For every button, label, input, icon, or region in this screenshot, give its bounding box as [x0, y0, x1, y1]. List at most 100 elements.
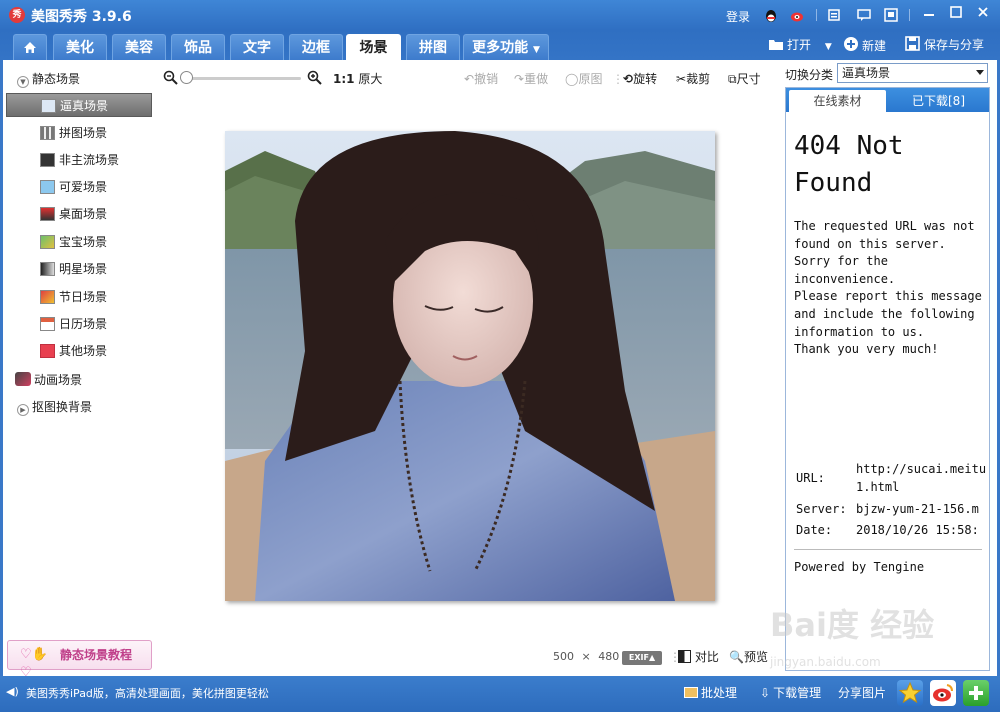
sidebar-item-calendar[interactable]: 日历场景: [6, 312, 152, 336]
category-value: 逼真场景: [842, 66, 891, 80]
static-scene-tutorial-button[interactable]: ♡✋♡ 静态场景教程: [7, 640, 152, 680]
tab-scene[interactable]: 场景: [346, 34, 401, 60]
message-icon[interactable]: [856, 7, 872, 23]
share-image-button[interactable]: 分享图片: [838, 684, 886, 701]
zoom-out-button[interactable]: [163, 70, 178, 88]
undo-icon: ↶: [464, 72, 475, 86]
zoom-in-button[interactable]: [307, 70, 322, 88]
error-divider: [794, 549, 982, 550]
alternative-scene-icon: [40, 153, 55, 167]
photo-image: [225, 131, 715, 601]
ad-link[interactable]: 美图秀秀iPad版，高清处理画面，美化拼图更轻松: [26, 685, 269, 701]
sidebar-item-alternative[interactable]: 非主流场景: [6, 148, 152, 172]
save-icon: [905, 36, 921, 51]
folder-icon: [768, 37, 784, 51]
sidebar-item-collage[interactable]: 拼图场景: [6, 121, 152, 145]
sidebar-item-label: 明星场景: [59, 262, 108, 276]
tab-beauty[interactable]: 美容: [112, 34, 166, 60]
rotate-button[interactable]: ⟲旋转: [623, 70, 657, 88]
download-manager-button[interactable]: ⇩ 下载管理: [760, 684, 821, 701]
star-scene-icon: [40, 262, 55, 276]
sidebar-item-star[interactable]: 明星场景: [6, 257, 152, 281]
actual-size-button[interactable]: 1:1 原大: [333, 70, 382, 88]
batch-icon: [684, 687, 698, 698]
tab-beautify[interactable]: 美化: [53, 34, 107, 60]
tab-home[interactable]: [13, 34, 47, 60]
photo-canvas[interactable]: [225, 131, 715, 601]
title-bar: 秀 美图秀秀 3.9.6 登录: [0, 0, 1000, 30]
qq-icon[interactable]: [763, 7, 779, 23]
weibo-icon[interactable]: [790, 7, 806, 23]
open-label: 打开: [787, 38, 812, 52]
material-panel: 在线素材 已下载[8] 404 Not Found The requested …: [785, 87, 990, 671]
minimize-button[interactable]: [918, 5, 940, 25]
sidebar-item-label: 桌面场景: [59, 207, 108, 221]
powered-by: Powered by Tengine: [794, 560, 925, 574]
new-button[interactable]: 新建: [843, 36, 886, 54]
save-share-button[interactable]: 保存与分享: [905, 36, 984, 54]
tab-more-features[interactable]: 更多功能 ▼: [463, 34, 549, 60]
sidebar-item-realistic[interactable]: 逼真场景: [6, 93, 152, 117]
favorite-star-icon[interactable]: [897, 680, 923, 706]
size-label: 尺寸: [736, 72, 761, 86]
cute-scene-icon: [40, 180, 55, 194]
exif-toggle[interactable]: EXIF▲: [622, 651, 662, 665]
weibo-share-icon[interactable]: [930, 680, 956, 706]
zoom-slider-track[interactable]: [183, 77, 301, 80]
sidebar-item-label: 日历场景: [59, 317, 108, 331]
desktop-scene-icon: [40, 207, 55, 221]
collage-scene-icon: [40, 126, 55, 140]
tab-text[interactable]: 文字: [230, 34, 284, 60]
undo-button[interactable]: ↶撤销: [464, 70, 498, 88]
tab-bar: 美化 美容 饰品 文字 边框 场景 拼图 更多功能 ▼ 打开 ▼ 新建 保存与分…: [0, 30, 1000, 60]
calendar-scene-icon: [40, 317, 55, 331]
original-image-button[interactable]: ◯原图: [565, 70, 602, 88]
open-button[interactable]: 打开 ▼: [768, 36, 832, 54]
mini-mode-icon[interactable]: [883, 7, 899, 23]
maximize-button[interactable]: [945, 5, 967, 25]
original-icon: ◯: [565, 72, 579, 86]
url-value: http://sucai.meitu: [856, 462, 987, 476]
undo-label: 撤销: [474, 72, 499, 86]
realistic-scene-icon: [41, 99, 56, 113]
tab-online-materials[interactable]: 在线素材: [789, 90, 886, 112]
tab-downloaded[interactable]: 已下载[8]: [890, 90, 987, 112]
tab-accessories[interactable]: 饰品: [171, 34, 225, 60]
redo-button[interactable]: ↷重做: [514, 70, 548, 88]
material-tabs: 在线素材 已下载[8]: [786, 88, 989, 112]
sidebar-item-baby[interactable]: 宝宝场景: [6, 230, 152, 254]
title-separator: [816, 9, 817, 21]
skin-icon[interactable]: [826, 7, 842, 23]
add-plugin-icon[interactable]: [963, 680, 989, 706]
sidebar-item-desktop[interactable]: 桌面场景: [6, 202, 152, 226]
crop-label: 裁剪: [686, 72, 711, 86]
sidebar-group-animated[interactable]: 动画场景: [15, 371, 82, 389]
resize-button[interactable]: ⧉尺寸: [728, 70, 761, 88]
compare-button[interactable]: 对比: [678, 648, 719, 666]
download-manager-label: 下载管理: [773, 686, 822, 700]
close-button[interactable]: [972, 5, 994, 25]
sidebar-group-cutout[interactable]: ▶ 抠图换背景: [17, 398, 92, 416]
original-size-label: 原大: [358, 72, 383, 86]
zoom-in-icon: [307, 70, 322, 85]
sidebar-group-static[interactable]: ▼ 静态场景: [17, 70, 80, 88]
sidebar-item-other[interactable]: 其他场景: [6, 339, 152, 363]
batch-process-button[interactable]: 批处理: [684, 684, 737, 701]
login-link[interactable]: 登录: [726, 8, 750, 25]
main-area: ▼ 静态场景 逼真场景 拼图场景 非主流场景 可爱场景 桌面场景 宝宝场景 明星…: [3, 60, 997, 680]
tab-frame[interactable]: 边框: [289, 34, 343, 60]
sidebar-item-holiday[interactable]: 节日场景: [6, 285, 152, 309]
sidebar-item-label: 宝宝场景: [59, 235, 108, 249]
app-title: 美图秀秀 3.9.6: [31, 9, 132, 25]
url-value-continued: 1.html: [856, 480, 900, 494]
sidebar-item-label: 拼图场景: [59, 126, 108, 140]
tab-collage[interactable]: 拼图: [406, 34, 460, 60]
chevron-down-icon[interactable]: ▼: [825, 42, 832, 52]
preview-button[interactable]: 🔍预览: [729, 648, 768, 666]
zoom-slider-thumb[interactable]: [180, 71, 193, 84]
sidebar-item-cute[interactable]: 可爱场景: [6, 175, 152, 199]
sidebar-item-label: 其他场景: [59, 344, 108, 358]
holiday-scene-icon: [40, 290, 55, 304]
category-select[interactable]: 逼真场景: [837, 63, 988, 83]
crop-button[interactable]: ✂裁剪: [676, 70, 710, 88]
